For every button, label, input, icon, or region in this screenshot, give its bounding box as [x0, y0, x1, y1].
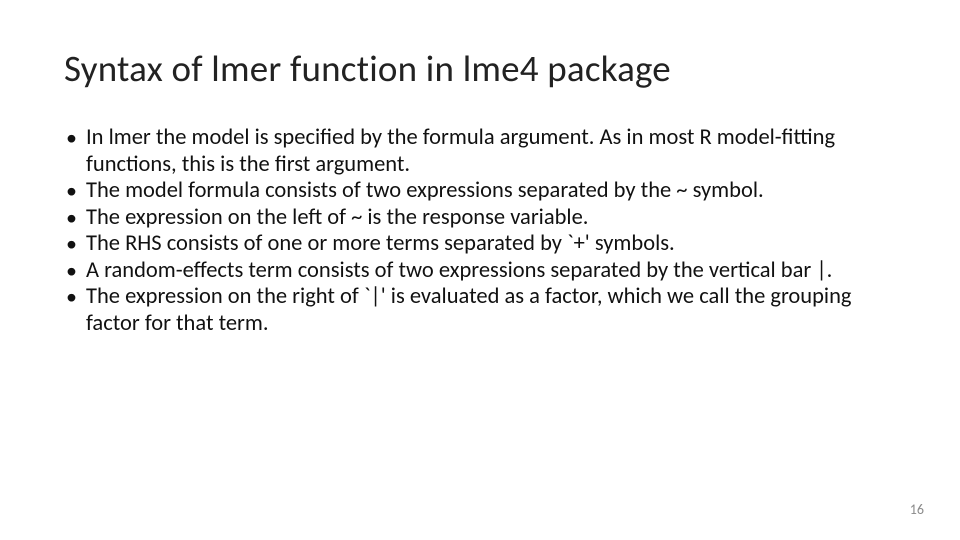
list-item: A random-effects term consists of two ex… — [64, 258, 896, 285]
list-item: The expression on the left of ~ is the r… — [64, 205, 896, 232]
list-item: The expression on the right of `|' is ev… — [64, 284, 896, 337]
slide: Syntax of lmer function in lme4 package … — [0, 0, 960, 540]
list-item: The RHS consists of one or more terms se… — [64, 231, 896, 258]
bullet-list: In lmer the model is specified by the fo… — [64, 125, 896, 337]
slide-title: Syntax of lmer function in lme4 package — [64, 46, 896, 91]
list-item: In lmer the model is specified by the fo… — [64, 125, 896, 178]
list-item: The model formula consists of two expres… — [64, 178, 896, 205]
page-number: 16 — [910, 501, 924, 518]
